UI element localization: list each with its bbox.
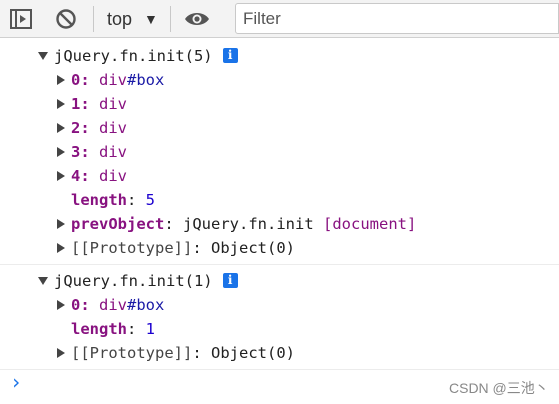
property-key: length — [71, 320, 127, 338]
list-item[interactable]: 4: div — [57, 164, 127, 188]
context-selector[interactable]: top ▼ — [100, 6, 162, 32]
object-header[interactable]: jQuery.fn.init(5) i — [38, 44, 238, 68]
console-message: jQuery.fn.init(1) i 0: div#box length: 1 … — [0, 265, 559, 370]
list-item[interactable]: 0: div#box — [57, 293, 164, 317]
length-property: length: 1 — [71, 320, 156, 338]
property-key: 2 — [71, 119, 81, 137]
object-summary: jQuery.fn.init(5) — [54, 47, 213, 65]
element-id: #box — [127, 296, 165, 314]
property-value: 5 — [145, 191, 156, 209]
property-key: prevObject — [71, 215, 165, 233]
watermark-text: CSDN @三池丶 — [449, 380, 549, 396]
property-key: 1 — [71, 95, 81, 113]
info-icon[interactable]: i — [222, 272, 238, 288]
prototype-property[interactable]: [[Prototype]]: Object(0) — [57, 236, 295, 260]
object-header[interactable]: jQuery.fn.init(1) i — [38, 269, 238, 293]
element-id: #box — [127, 71, 165, 89]
prototype-property[interactable]: [[Prototype]]: Object(0) — [57, 341, 295, 365]
filter-input[interactable] — [235, 3, 559, 34]
property-value: 1 — [145, 320, 156, 338]
property-value: Object(0) — [211, 239, 295, 257]
clear-console-icon[interactable] — [53, 7, 79, 31]
list-item[interactable]: 2: div — [57, 116, 127, 140]
property-key: length — [71, 191, 127, 209]
expand-arrow-icon[interactable] — [57, 242, 65, 253]
length-property: length: 5 — [71, 191, 156, 209]
property-key: 4 — [71, 167, 81, 185]
property-key: 3 — [71, 143, 81, 161]
console-prompt-icon[interactable]: › — [10, 372, 24, 392]
property-key: [[Prototype]] — [71, 344, 193, 362]
toggle-sidebar-icon[interactable] — [8, 7, 34, 31]
context-selector-label: top — [107, 9, 133, 29]
property-value: div — [99, 296, 128, 314]
property-value: Object(0) — [211, 344, 295, 362]
expand-arrow-icon[interactable] — [57, 347, 65, 358]
expand-arrow-icon[interactable] — [57, 170, 65, 181]
list-item[interactable]: 1: div — [57, 92, 127, 116]
expand-arrow-icon[interactable] — [38, 276, 48, 285]
expand-arrow-icon[interactable] — [57, 299, 65, 310]
eye-icon[interactable] — [183, 7, 209, 31]
expand-arrow-icon[interactable] — [57, 74, 65, 85]
property-value: div — [99, 71, 128, 89]
property-key: 0 — [71, 71, 81, 89]
list-item[interactable]: 0: div#box — [57, 68, 164, 92]
property-value: div — [99, 143, 128, 161]
property-value: div — [99, 119, 128, 137]
console-messages: jQuery.fn.init(5) i 0: div#box 1: div 2: … — [0, 39, 559, 370]
property-value: div — [99, 167, 128, 185]
property-key: [[Prototype]] — [71, 239, 193, 257]
toolbar-divider — [93, 6, 94, 32]
property-value: div — [99, 95, 128, 113]
prevobject-property[interactable]: prevObject: jQuery.fn.init [document] — [57, 212, 416, 236]
console-toolbar: top ▼ — [0, 0, 559, 38]
expand-arrow-icon[interactable] — [38, 51, 48, 60]
object-summary: jQuery.fn.init(1) — [54, 272, 213, 290]
info-icon[interactable]: i — [222, 47, 238, 63]
document-ref: document — [332, 215, 407, 233]
expand-arrow-icon[interactable] — [57, 146, 65, 157]
property-key: 0 — [71, 296, 81, 314]
toolbar-divider — [170, 6, 171, 32]
chevron-down-icon: ▼ — [144, 11, 158, 27]
expand-arrow-icon[interactable] — [57, 122, 65, 133]
expand-arrow-icon[interactable] — [57, 98, 65, 109]
list-item[interactable]: 3: div — [57, 140, 127, 164]
console-message: jQuery.fn.init(5) i 0: div#box 1: div 2: … — [0, 39, 559, 265]
property-value: jQuery.fn.init — [183, 215, 314, 233]
expand-arrow-icon[interactable] — [57, 218, 65, 229]
